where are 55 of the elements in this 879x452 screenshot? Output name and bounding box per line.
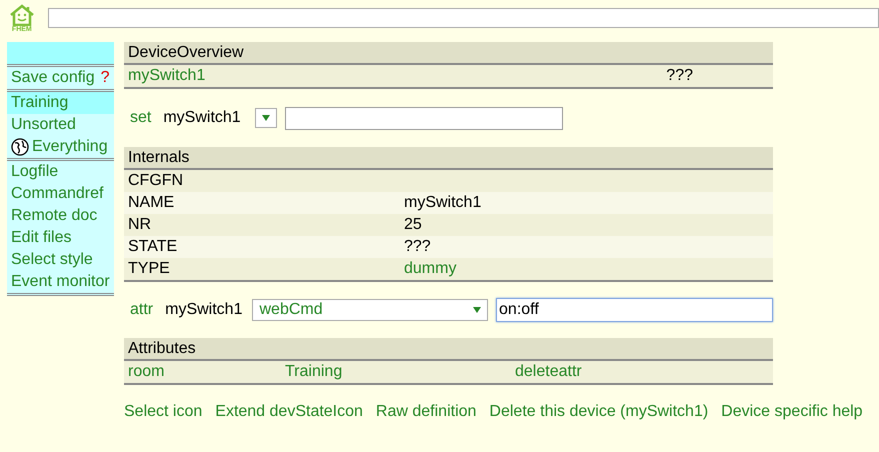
caret-icon <box>473 307 482 313</box>
help-link[interactable]: ? <box>100 67 110 89</box>
command-dropdown[interactable] <box>254 108 277 128</box>
sidebar-item[interactable]: Logfile <box>7 161 114 183</box>
section-header: Internals <box>124 147 773 170</box>
set-value-field[interactable] <box>284 106 563 130</box>
sidebar-item[interactable]: Training <box>7 92 114 114</box>
internal-name: TYPE <box>128 259 171 279</box>
attribute-dropdown[interactable]: webCmd <box>252 299 488 321</box>
sidebar-item-label: Event monitor <box>11 272 110 292</box>
globe-icon <box>11 138 29 156</box>
sidebar-item[interactable]: Commandref <box>7 183 114 205</box>
house-icon[interactable] <box>8 4 35 26</box>
device-action-link[interactable]: Extend devStateIcon <box>215 403 363 421</box>
device-action-link[interactable]: Device specific help <box>721 403 863 421</box>
internal-value-link[interactable]: dummy <box>404 258 456 280</box>
internal-name: NAME <box>128 193 176 213</box>
sidebar-item-label: Remote doc <box>11 206 98 226</box>
sidebar-item-label: Unsorted <box>11 115 76 135</box>
device-action-link[interactable]: Delete this device (mySwitch1) <box>489 403 708 421</box>
sidebar-item[interactable]: Select style <box>7 249 114 271</box>
device-action-link[interactable]: Raw definition <box>376 403 476 421</box>
command-field[interactable] <box>48 8 879 28</box>
caret-icon <box>262 115 270 121</box>
set-label: set <box>130 109 152 127</box>
sidebar-item-label: Logfile <box>11 162 58 182</box>
sidebar-item[interactable]: Event monitor <box>7 271 114 293</box>
sidebar-item-label: Save config <box>11 68 95 88</box>
device-name: mySwitch1 <box>165 301 242 319</box>
sidebar-item[interactable]: Everything <box>7 136 114 158</box>
internal-value: 25 <box>404 215 422 235</box>
internal-value: ??? <box>404 237 431 257</box>
delete-attribute-link[interactable]: deleteattr <box>515 361 582 383</box>
sidebar-item-label: Everything <box>32 137 108 157</box>
sidebar-item[interactable]: Edit files <box>7 227 114 249</box>
device-action-link[interactable]: Select icon <box>124 403 202 421</box>
internal-name: CFGFN <box>128 171 184 191</box>
sidebar-item-label: Commandref <box>11 184 104 204</box>
sidebar-item[interactable]: Remote doc <box>7 205 114 227</box>
device-link[interactable]: mySwitch1 <box>128 65 206 87</box>
internal-name: NR <box>128 215 152 235</box>
sidebar-item[interactable]: Unsorted <box>7 114 114 136</box>
attribute-value-link[interactable]: Training <box>285 361 515 383</box>
section-header: Attributes <box>124 338 773 361</box>
device-name: mySwitch1 <box>163 109 241 127</box>
device-state: ??? <box>666 66 693 86</box>
sidebar-item-label: Training <box>11 93 68 113</box>
internal-name: STATE <box>128 237 178 257</box>
sidebar-item-label: Edit files <box>11 228 72 248</box>
sidebar-item-label: Select style <box>11 250 93 270</box>
internal-value: mySwitch1 <box>404 193 482 213</box>
section-header: DeviceOverview <box>124 42 773 65</box>
attribute-value-field[interactable]: on:off <box>496 298 773 322</box>
attribute-name-link[interactable]: room <box>128 361 285 383</box>
attr-label: attr <box>130 301 154 319</box>
